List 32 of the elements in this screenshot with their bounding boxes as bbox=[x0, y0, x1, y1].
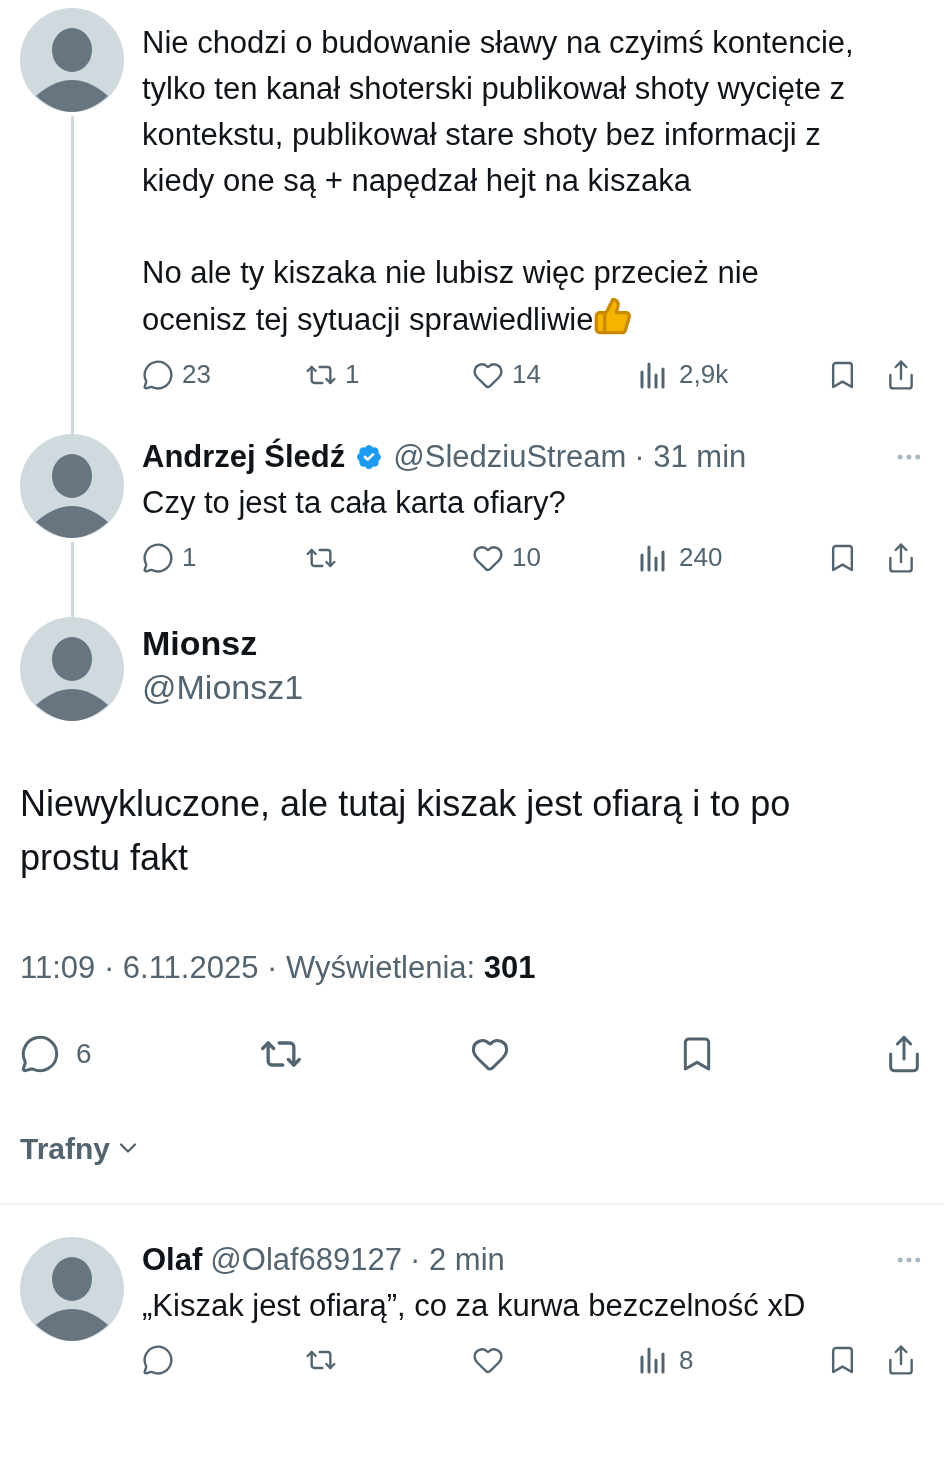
user-handle[interactable]: @SledziuStream bbox=[393, 434, 627, 480]
count: 1 bbox=[345, 358, 360, 391]
reply-icon[interactable] bbox=[142, 358, 174, 391]
user-handle[interactable]: @Mionsz1 bbox=[142, 665, 304, 709]
count: 6 bbox=[76, 1036, 92, 1071]
count: 1 bbox=[182, 541, 197, 574]
post-time: · 31 min bbox=[634, 438, 747, 476]
reply-icon[interactable] bbox=[142, 541, 174, 574]
count: 2,9k bbox=[679, 358, 729, 391]
post-meta: 11:09 · 6.11.2025 · Wyświetlenia: 301 bbox=[20, 949, 537, 987]
sort-dropdown[interactable]: Trafny bbox=[20, 1125, 143, 1171]
user-name[interactable]: Olaf bbox=[142, 1236, 203, 1283]
count: 14 bbox=[512, 358, 541, 391]
avatar[interactable] bbox=[20, 1236, 124, 1341]
count: 240 bbox=[679, 541, 723, 574]
user-name[interactable]: Andrzej Śledź bbox=[142, 434, 346, 480]
avatar[interactable] bbox=[20, 617, 124, 721]
post-text: Czy to jest ta cała karta ofiary? bbox=[142, 484, 567, 522]
post-time: · 2 min bbox=[410, 1240, 505, 1279]
user-handle[interactable]: @Olaf689127 bbox=[210, 1236, 403, 1283]
avatar[interactable] bbox=[20, 434, 124, 538]
count: 23 bbox=[182, 358, 211, 391]
user-name[interactable]: Mionsz bbox=[142, 621, 304, 665]
reply-icon[interactable] bbox=[20, 1033, 60, 1074]
count: 10 bbox=[512, 541, 541, 574]
post-text: No ale ty kiszaka nie lubisz więc przecież nie ocenisz tej sytuacji sprawiedliwie bbox=[142, 254, 760, 339]
avatar[interactable] bbox=[20, 8, 124, 112]
post-text: Niewykluczone, ale tutaj kiszak jest ofiarą i to po prostu fakt bbox=[20, 782, 792, 880]
count: 8 bbox=[679, 1343, 694, 1377]
reply-icon[interactable] bbox=[142, 1344, 174, 1376]
post-text: Nie chodzi o budowanie sławy na czyimś kontencie, tylko ten kanał shoterski publikował shoty wycięte z kontekstu, publikował stare shoty bez informacji z kiedy one są + napędzał hejt na kiszaka bbox=[142, 24, 855, 200]
post-text: „Kiszak jest ofiarą”, co za kurwa bezczelność xD bbox=[142, 1286, 807, 1325]
